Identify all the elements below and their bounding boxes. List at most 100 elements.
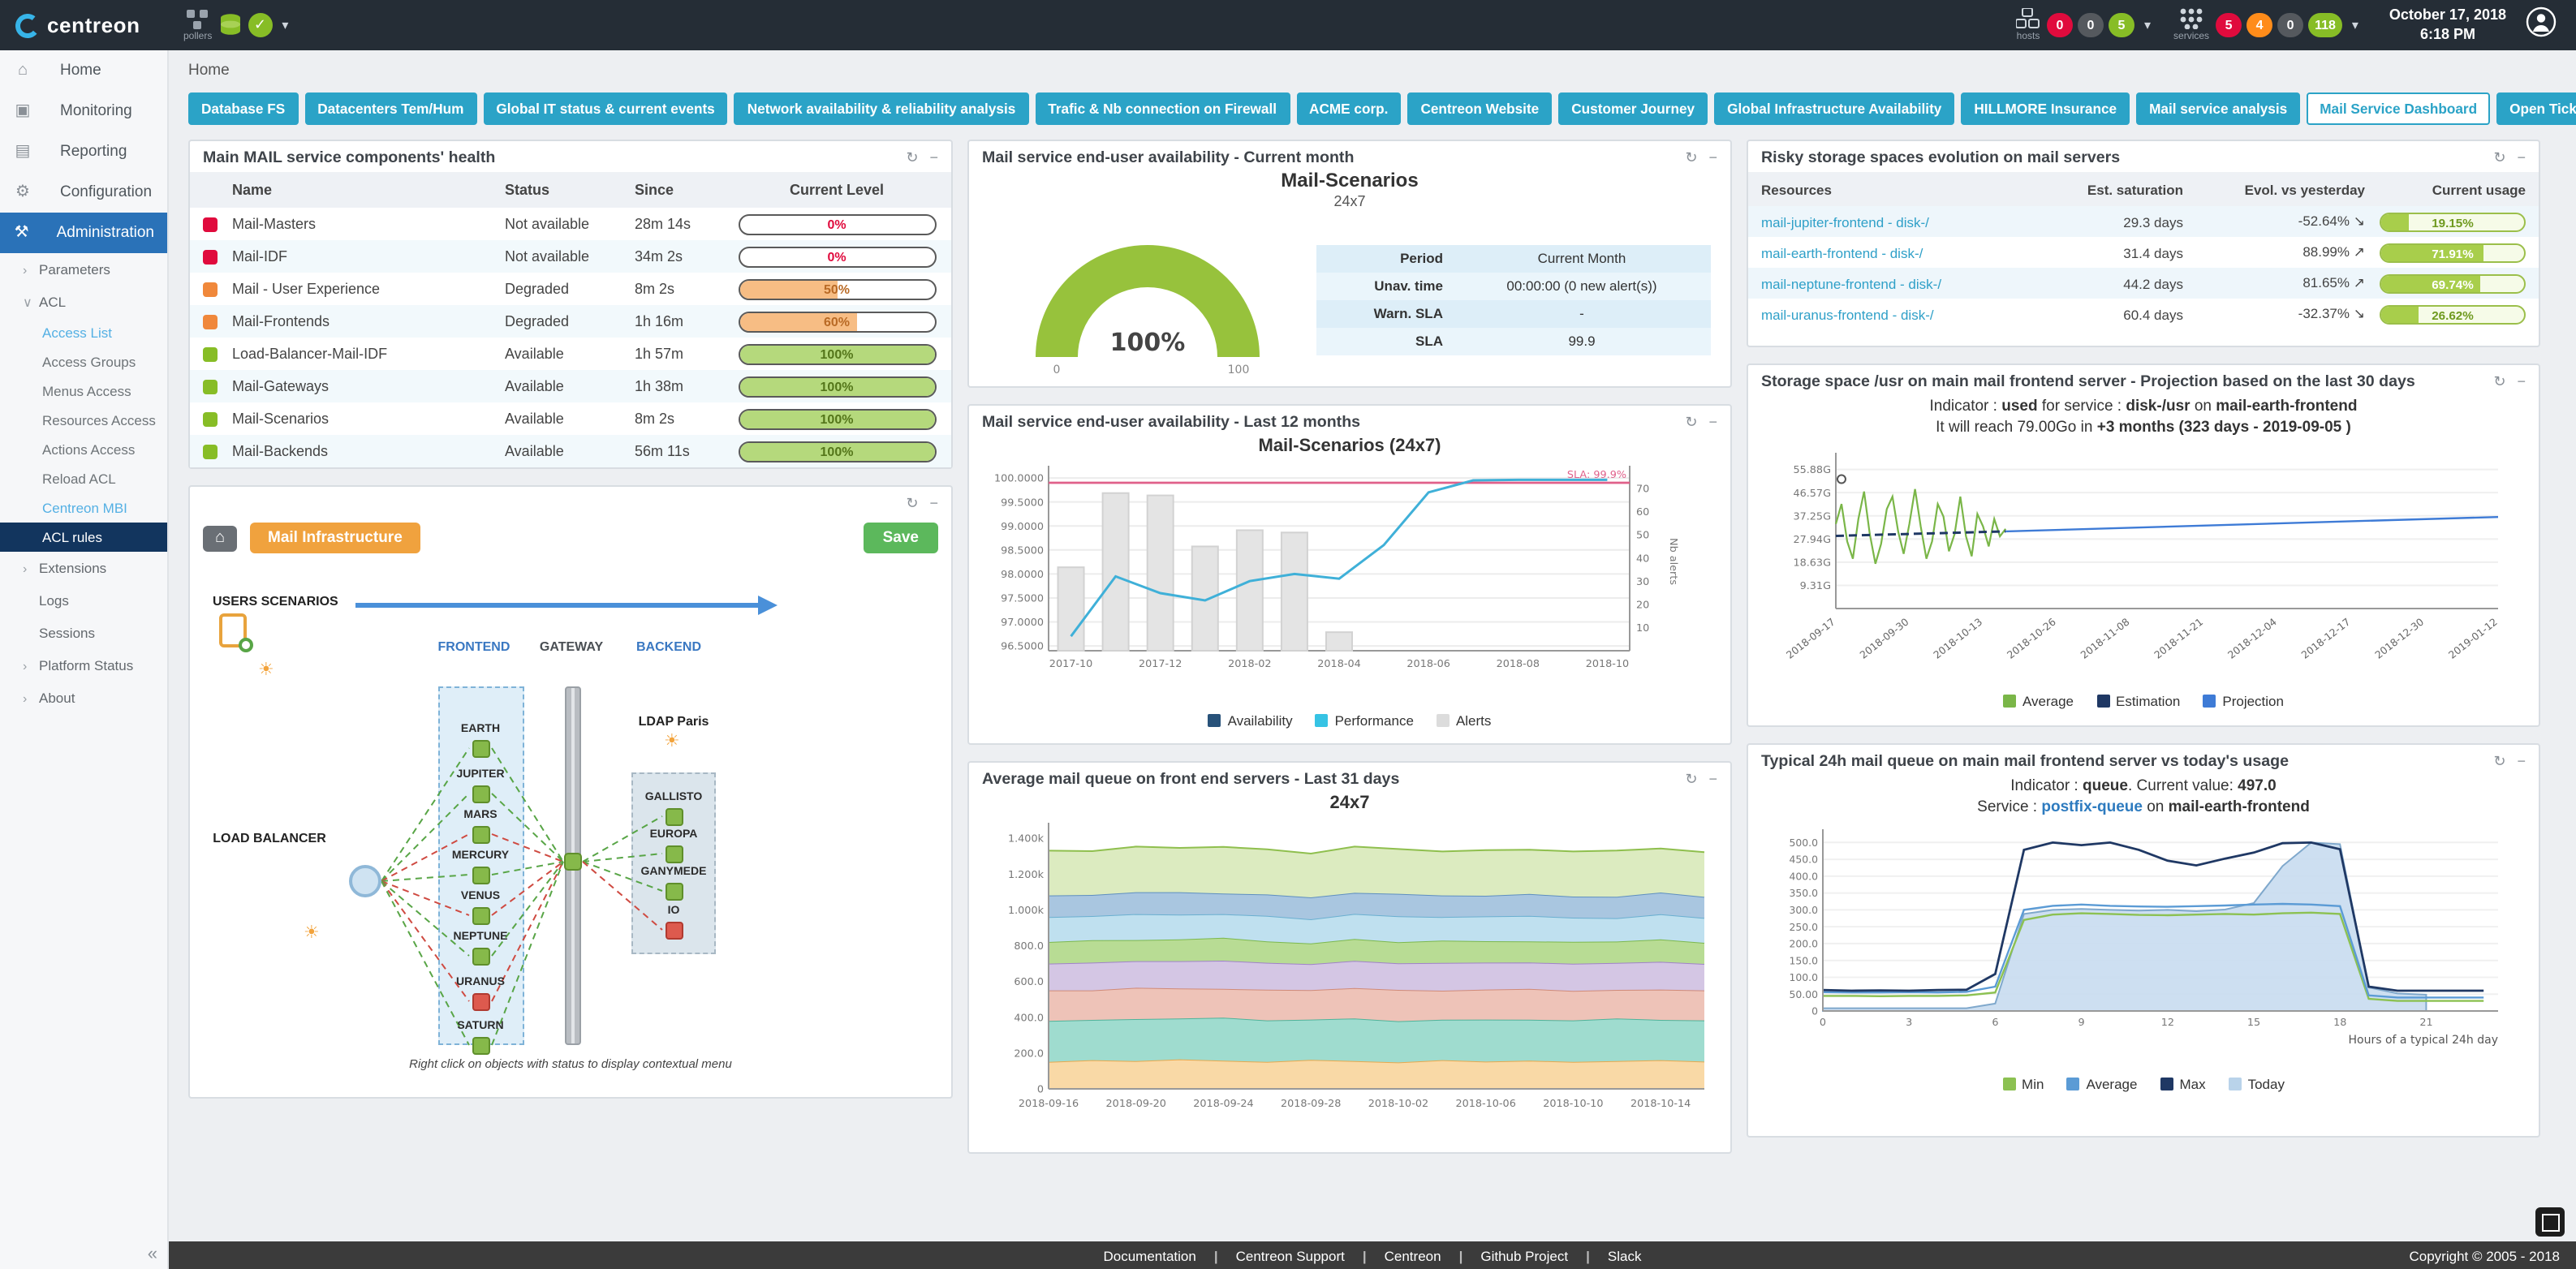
home-icon[interactable]: ⌂ [203,525,237,551]
minimize-icon[interactable]: − [1708,149,1717,167]
diagram-node-uranus[interactable]: URANUS [429,977,532,1010]
diagram-node-europa[interactable]: EUROPA [622,829,726,862]
refresh-icon[interactable]: ↻ [906,495,918,513]
footer-link[interactable]: Centreon [1345,1247,1441,1263]
refresh-icon[interactable]: ↻ [1685,771,1697,789]
minimize-icon[interactable]: − [1708,771,1717,789]
chevron-down-icon[interactable]: ▾ [282,18,288,32]
chevron-down-icon[interactable]: ▾ [2144,18,2151,32]
sidebar-item[interactable]: ⚒ Administration [0,213,167,253]
services-status-badge[interactable]: 0 [2277,13,2303,37]
storage-row[interactable]: mail-uranus-frontend - disk-/ 60.4 days … [1748,299,2539,329]
hosts-status-badge[interactable]: 0 [2047,13,2073,37]
sidebar-item[interactable]: ⚙ Configuration [0,172,167,213]
dashboard-tab[interactable]: Database FS [188,92,298,125]
minimize-icon[interactable]: − [929,149,938,167]
load-balancer-node[interactable] [349,865,381,897]
minimize-icon[interactable]: − [2517,149,2526,167]
refresh-icon[interactable]: ↻ [1685,414,1697,432]
resource-link[interactable]: mail-jupiter-frontend - disk-/ [1761,213,2034,230]
dashboard-tab[interactable]: HILLMORE Insurance [1961,92,2130,125]
service-health-row[interactable]: Mail-Masters Not available 28m 14s 0% [190,208,951,240]
sidebar-item[interactable]: ▤ Reporting [0,131,167,172]
services-cluster[interactable]: services 540118 ▾ [2173,8,2358,42]
pollers-cluster[interactable]: pollers ✓ ▾ [183,9,288,41]
service-health-row[interactable]: Load-Balancer-Mail-IDF Available 1h 57m … [190,338,951,370]
service-health-row[interactable]: Mail-Frontends Degraded 1h 16m 60% [190,305,951,338]
diagram-node-ganymede[interactable]: GANYMEDE [622,867,726,900]
sidebar-item[interactable]: › Platform Status [0,649,167,682]
sidebar-item[interactable]: Access Groups [0,347,167,376]
refresh-icon[interactable]: ↻ [2493,149,2505,167]
footer-link[interactable]: Documentation [1104,1247,1196,1263]
breadcrumb[interactable]: Home [169,50,2576,88]
centreon-logo[interactable]: centreon [0,12,172,38]
sidebar-collapse-icon[interactable]: « [148,1245,157,1264]
refresh-icon[interactable]: ↻ [2493,373,2505,391]
sidebar-item[interactable]: Access List [0,318,167,347]
sidebar-item[interactable]: › About [0,682,167,714]
diagram-node-jupiter[interactable]: JUPITER [429,769,532,802]
resource-link[interactable]: mail-uranus-frontend - disk-/ [1761,306,2034,322]
storage-row[interactable]: mail-earth-frontend - disk-/ 31.4 days 8… [1748,237,2539,268]
diagram-node-gallisto[interactable]: GALLISTO [622,792,726,825]
service-health-row[interactable]: Mail-IDF Not available 34m 2s 0% [190,240,951,273]
sidebar-item[interactable]: Menus Access [0,376,167,406]
refresh-icon[interactable]: ↻ [2493,753,2505,771]
sidebar-item[interactable]: ⌂ Home [0,50,167,91]
sidebar-item[interactable]: Reload ACL [0,464,167,493]
hosts-cluster[interactable]: hosts 005 ▾ [2016,8,2151,42]
sidebar-item[interactable]: ∨ ACL [0,286,167,318]
dashboard-tab[interactable]: Centreon Website [1407,92,1552,125]
sidebar-item[interactable]: Actions Access [0,435,167,464]
service-health-row[interactable]: Mail-Gateways Available 1h 38m 100% [190,370,951,402]
resource-link[interactable]: mail-neptune-frontend - disk-/ [1761,275,2034,291]
minimize-icon[interactable]: − [929,495,938,513]
diagram-node-mars[interactable]: MARS [429,810,532,843]
storage-row[interactable]: mail-neptune-frontend - disk-/ 44.2 days… [1748,268,2539,299]
diagram-node-earth[interactable]: EARTH [429,724,532,757]
footer-link[interactable]: Centreon Support [1196,1247,1345,1263]
dashboard-tab[interactable]: Network availability & reliability analy… [734,92,1029,125]
diagram-node-saturn[interactable]: SATURN [429,1021,532,1054]
sidebar-item[interactable]: Resources Access [0,406,167,435]
services-status-badge[interactable]: 4 [2246,13,2272,37]
storage-row[interactable]: mail-jupiter-frontend - disk-/ 29.3 days… [1748,206,2539,237]
services-status-badge[interactable]: 5 [2216,13,2242,37]
diagram-node-io[interactable]: IO [622,906,726,939]
sidebar-item[interactable]: ▣ Monitoring [0,91,167,131]
resource-link[interactable]: mail-earth-frontend - disk-/ [1761,244,2034,260]
dashboard-tab[interactable]: Trafic & Nb connection on Firewall [1035,92,1290,125]
diagram-node-mercury[interactable]: MERCURY [429,850,532,884]
footer-link[interactable]: Slack [1568,1247,1641,1263]
sidebar-item[interactable]: ACL rules [0,523,167,552]
chevron-down-icon[interactable]: ▾ [2352,18,2358,32]
service-health-row[interactable]: Mail-Backends Available 56m 11s 100% [190,435,951,467]
service-health-row[interactable]: Mail-Scenarios Available 8m 2s 100% [190,402,951,435]
footer-link[interactable]: Github Project [1441,1247,1569,1263]
fullscreen-button[interactable] [2535,1207,2565,1237]
dashboard-tab[interactable]: Customer Journey [1558,92,1708,125]
diagram-node-venus[interactable]: VENUS [429,891,532,924]
sidebar-item[interactable]: Centreon MBI [0,493,167,523]
minimize-icon[interactable]: − [2517,373,2526,391]
sidebar-item[interactable]: Sessions [0,617,167,649]
dashboard-tab[interactable]: Mail Service Dashboard [2307,92,2490,125]
refresh-icon[interactable]: ↻ [906,149,918,167]
user-menu[interactable] [2526,6,2557,45]
hosts-status-badge[interactable]: 5 [2109,13,2134,37]
dashboard-tab[interactable]: Global Infrastructure Availability [1714,92,1954,125]
dashboard-tab[interactable]: Datacenters Tem/Hum [304,92,476,125]
sidebar-item[interactable]: › Extensions [0,552,167,584]
dashboard-tab[interactable]: ACME corp. [1296,92,1401,125]
save-button[interactable]: Save [864,523,938,553]
sidebar-item[interactable]: › Parameters [0,253,167,286]
diagram-node-neptune[interactable]: NEPTUNE [429,931,532,965]
minimize-icon[interactable]: − [2517,753,2526,771]
service-health-row[interactable]: Mail - User Experience Degraded 8m 2s 50… [190,273,951,305]
dashboard-tab[interactable]: Mail service analysis [2136,92,2300,125]
refresh-icon[interactable]: ↻ [1685,149,1697,167]
sidebar-item[interactable]: Logs [0,584,167,617]
dashboard-tab[interactable]: Open Tickets [2496,92,2576,125]
services-status-badge[interactable]: 118 [2308,13,2342,37]
